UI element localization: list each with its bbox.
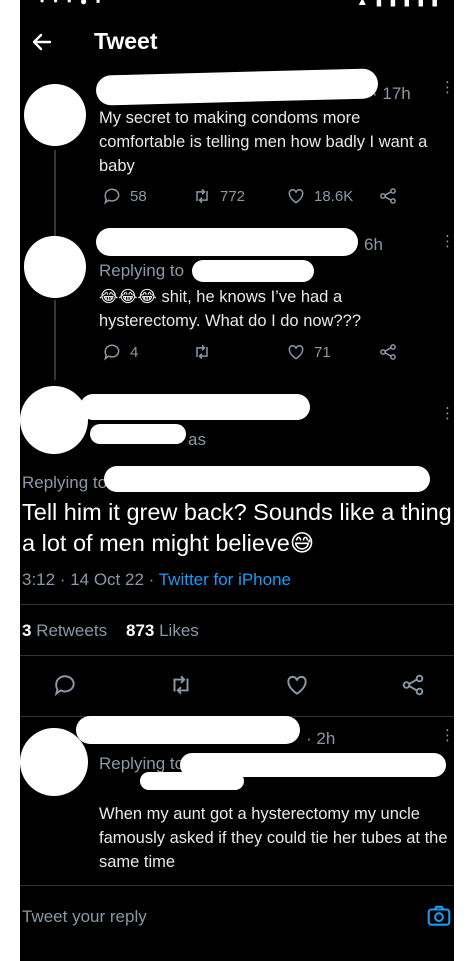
share-icon[interactable] xyxy=(400,672,426,698)
tweet-detail-screen: • • • ⦁ ▪ ▲ ▮ ▮ ▮ ▮ ▮ Tweet · 17h ⋮ My s… xyxy=(20,0,454,961)
retweet-icon xyxy=(196,188,208,204)
more-icon[interactable]: ⋮ xyxy=(440,404,454,422)
retweets-count: 3 xyxy=(22,621,32,640)
status-bar: • • • ⦁ ▪ ▲ ▮ ▮ ▮ ▮ ▮ xyxy=(20,0,454,8)
redacted-mention xyxy=(104,466,430,492)
like-count: 18.6K xyxy=(314,187,354,205)
tweet-time: · 2h xyxy=(306,729,336,748)
status-icons-right: ▲ ▮ ▮ ▮ ▮ ▮ xyxy=(356,0,440,8)
more-icon[interactable]: ⋮ xyxy=(440,232,454,250)
retweet-icon xyxy=(196,344,208,360)
tweet-text: When my aunt got a hysterectomy my uncle… xyxy=(99,805,448,871)
heart-icon xyxy=(288,344,304,360)
tweet-time: · 17h xyxy=(372,84,411,103)
reply-icon xyxy=(104,344,120,361)
replying-to-label: Replying to xyxy=(99,754,185,773)
more-icon[interactable]: ⋮ xyxy=(440,78,454,96)
heart-icon[interactable] xyxy=(284,672,310,698)
redacted-author xyxy=(96,228,358,256)
tweet-text-body: Tell him it grew back? Sounds like a thi… xyxy=(22,499,452,556)
more-icon[interactable]: ⋮ xyxy=(440,726,454,744)
like-button[interactable]: 18.6K xyxy=(286,186,353,206)
reply-icon[interactable] xyxy=(52,672,78,698)
handle-fragment: as xyxy=(188,430,206,449)
likes-count: 873 xyxy=(125,621,155,640)
engagement-stats: 3 Retweets 873 Likes xyxy=(22,621,199,641)
like-button[interactable]: 71 xyxy=(286,342,331,362)
heart-icon xyxy=(288,188,304,204)
redacted-author xyxy=(76,716,300,744)
reply-button[interactable]: 58 xyxy=(102,186,147,206)
focused-tweet-actions xyxy=(20,672,454,704)
share-button[interactable] xyxy=(378,342,398,362)
retweet-icon[interactable] xyxy=(168,672,194,698)
tweet-actions: 58 772 18.6K xyxy=(20,186,454,214)
tweet-actions: 4 71 xyxy=(20,342,454,370)
tweet-text: Tell him it grew back? Sounds like a thi… xyxy=(22,497,452,559)
likes-label: Likes xyxy=(159,621,199,640)
likes-stat[interactable]: 873 Likes xyxy=(126,621,199,640)
avatar[interactable] xyxy=(20,386,88,454)
top-bar: Tweet xyxy=(20,20,454,64)
share-icon xyxy=(380,188,396,204)
divider xyxy=(20,604,454,605)
retweet-button[interactable]: 772 xyxy=(192,186,245,206)
reply-input[interactable]: Tweet your reply xyxy=(22,907,147,927)
tweet-timestamp: 3:12 · 14 Oct 22 · Twitter for iPhone xyxy=(22,570,291,590)
replying-to-label: Replying to xyxy=(22,473,108,492)
share-icon xyxy=(380,344,396,360)
camera-icon[interactable] xyxy=(426,903,452,929)
reply-count: 4 xyxy=(130,343,139,361)
tweet-time: 6h xyxy=(364,235,383,254)
divider xyxy=(20,655,454,656)
like-count: 71 xyxy=(314,343,331,361)
retweet-button[interactable] xyxy=(192,342,212,362)
reply-icon xyxy=(104,188,120,205)
avatar[interactable] xyxy=(24,236,86,298)
tweet-text: My secret to making condoms more comfort… xyxy=(99,109,428,175)
redacted-author xyxy=(95,68,379,106)
redacted-author xyxy=(80,394,310,420)
reply-button[interactable]: 4 xyxy=(102,342,138,362)
source-link[interactable]: Twitter for iPhone xyxy=(159,570,291,589)
status-icons-left: • • • ⦁ ▪ xyxy=(40,0,104,8)
redacted-mention xyxy=(140,772,244,790)
retweets-label: Retweets xyxy=(36,621,108,640)
reply-composer[interactable]: Tweet your reply xyxy=(20,885,454,961)
back-arrow-icon[interactable] xyxy=(30,30,54,54)
redacted-mention xyxy=(192,260,314,282)
avatar[interactable] xyxy=(24,84,86,146)
emoji: 😂😂😂 xyxy=(99,288,157,306)
reply-count: 58 xyxy=(130,187,147,205)
emoji: 😅 xyxy=(289,530,315,556)
share-button[interactable] xyxy=(378,186,398,206)
tweet-text: 😂😂😂 shit, he knows I’ve had a hysterecto… xyxy=(99,285,439,333)
timestamp-text: 3:12 · 14 Oct 22 · xyxy=(22,570,155,589)
redacted-handle xyxy=(90,424,186,444)
retweets-stat[interactable]: 3 Retweets xyxy=(22,621,107,640)
replying-to-label: Replying to xyxy=(99,261,185,280)
page-title: Tweet xyxy=(94,28,158,54)
retweet-count: 772 xyxy=(220,187,246,205)
